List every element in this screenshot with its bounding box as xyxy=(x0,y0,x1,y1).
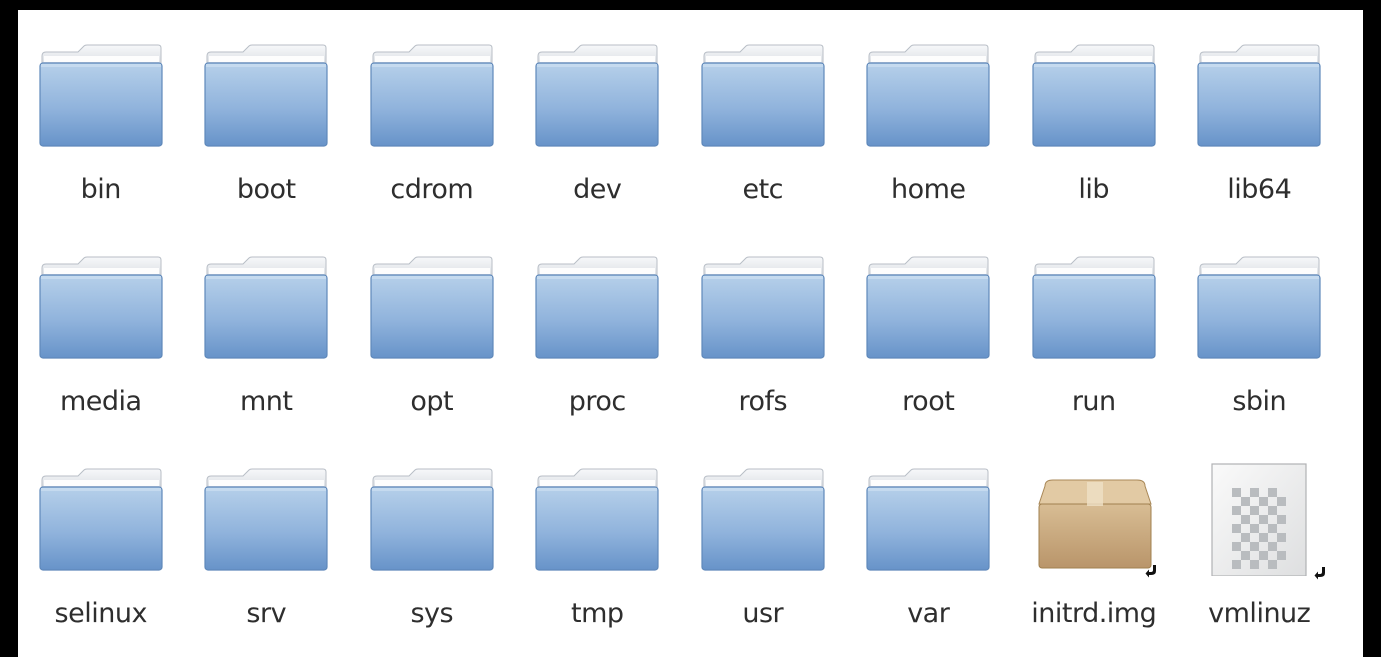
symlink-arrow-icon xyxy=(1314,566,1328,580)
folder-icon xyxy=(1196,248,1322,364)
folder-item[interactable]: bin xyxy=(18,10,184,222)
folder-item[interactable]: dev xyxy=(515,10,681,222)
folder-item[interactable]: usr xyxy=(680,434,846,646)
item-label: sbin xyxy=(1232,386,1287,417)
folder-icon xyxy=(865,36,991,152)
folder-icon xyxy=(38,36,164,152)
folder-item[interactable]: var xyxy=(846,434,1012,646)
item-label: mnt xyxy=(240,386,293,417)
folder-icon xyxy=(534,248,660,364)
item-label: run xyxy=(1071,386,1116,417)
item-label: srv xyxy=(246,598,287,629)
folder-item[interactable]: mnt xyxy=(184,222,350,434)
folder-icon xyxy=(700,248,826,364)
folder-item[interactable]: proc xyxy=(515,222,681,434)
folder-item[interactable]: lib64 xyxy=(1177,10,1343,222)
item-label: proc xyxy=(568,386,627,417)
item-label: boot xyxy=(236,174,296,205)
file-item[interactable]: vmlinuz xyxy=(1177,434,1343,646)
folder-icon xyxy=(369,248,495,364)
item-label: lib xyxy=(1078,174,1110,205)
folder-icon xyxy=(1031,36,1157,152)
folder-icon xyxy=(1031,248,1157,364)
folder-item[interactable]: lib xyxy=(1011,10,1177,222)
item-label: home xyxy=(890,174,966,205)
folder-item[interactable]: etc xyxy=(680,10,846,222)
folder-item[interactable]: media xyxy=(18,222,184,434)
folder-item[interactable]: sys xyxy=(349,434,515,646)
folder-icon xyxy=(203,460,329,576)
item-label: tmp xyxy=(570,598,624,629)
folder-item[interactable]: boot xyxy=(184,10,350,222)
item-label: rofs xyxy=(738,386,788,417)
folder-item[interactable]: root xyxy=(846,222,1012,434)
item-label: sys xyxy=(410,598,454,629)
folder-icon xyxy=(534,460,660,576)
folder-icon xyxy=(369,460,495,576)
folder-item[interactable]: home xyxy=(846,10,1012,222)
item-label: media xyxy=(59,386,142,417)
item-label: var xyxy=(907,598,950,629)
item-label: bin xyxy=(80,174,122,205)
item-label: initrd.img xyxy=(1031,598,1157,629)
item-label: lib64 xyxy=(1227,174,1292,205)
folder-icon xyxy=(865,460,991,576)
folder-item[interactable]: run xyxy=(1011,222,1177,434)
item-label: vmlinuz xyxy=(1208,598,1311,629)
folder-item[interactable]: cdrom xyxy=(349,10,515,222)
folder-icon xyxy=(38,460,164,576)
file-icon-grid: bin boot cdrom dev etc home lib lib64 me… xyxy=(18,10,1363,646)
folder-icon xyxy=(1196,36,1322,152)
item-label: dev xyxy=(573,174,622,205)
folder-icon xyxy=(203,248,329,364)
item-label: cdrom xyxy=(390,174,474,205)
folder-icon xyxy=(369,36,495,152)
folder-item[interactable]: rofs xyxy=(680,222,846,434)
item-label: usr xyxy=(742,598,784,629)
package-icon xyxy=(1031,460,1159,578)
item-label: selinux xyxy=(54,598,148,629)
folder-icon xyxy=(534,36,660,152)
folder-icon xyxy=(700,460,826,576)
folder-item[interactable]: selinux xyxy=(18,434,184,646)
folder-item[interactable]: srv xyxy=(184,434,350,646)
symlink-arrow-icon xyxy=(1145,564,1159,578)
folder-item[interactable]: sbin xyxy=(1177,222,1343,434)
folder-icon xyxy=(865,248,991,364)
folder-item[interactable]: opt xyxy=(349,222,515,434)
binary-file-icon xyxy=(1196,460,1326,580)
file-browser-view: bin boot cdrom dev etc home lib lib64 me… xyxy=(18,10,1363,657)
item-label: opt xyxy=(410,386,454,417)
file-item[interactable]: initrd.img xyxy=(1011,434,1177,646)
folder-icon xyxy=(700,36,826,152)
folder-icon xyxy=(38,248,164,364)
item-label: etc xyxy=(742,174,784,205)
folder-icon xyxy=(203,36,329,152)
folder-item[interactable]: tmp xyxy=(515,434,681,646)
item-label: root xyxy=(902,386,955,417)
